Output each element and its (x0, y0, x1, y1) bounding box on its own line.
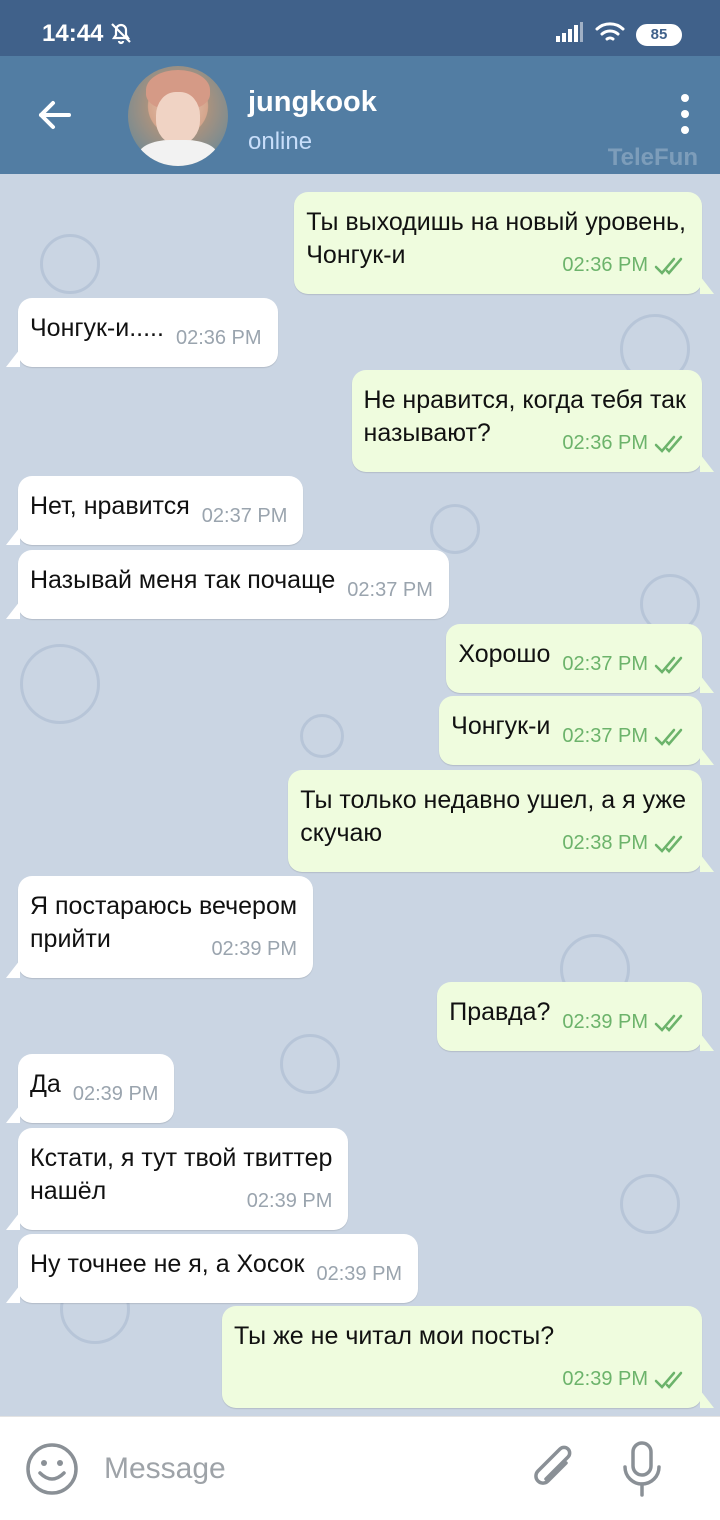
signal-icon (554, 21, 584, 48)
message-meta: 02:37 PM (202, 500, 288, 533)
message-time: 02:36 PM (562, 254, 648, 276)
double-check-icon (654, 435, 683, 453)
more-options-button[interactable] (678, 94, 692, 134)
message-meta: 02:36 PM (562, 427, 686, 460)
incoming-message[interactable]: Чонгук-и..... 02:36 PM (6, 298, 278, 367)
bell-off-icon (108, 20, 134, 46)
paperclip-icon (534, 1445, 572, 1485)
watermark: TeleFun (607, 144, 698, 171)
message-time: 02:37 PM (201, 505, 288, 527)
message-text: Правда? (449, 998, 551, 1026)
contact-name[interactable]: jungkook (248, 86, 377, 119)
message-input[interactable] (104, 1447, 504, 1491)
message-text: Ты же не читал мои посты? (234, 1322, 555, 1350)
incoming-message[interactable]: Нет, нравится 02:37 PM (5, 476, 304, 545)
message-time: 02:36 PM (175, 327, 262, 349)
message-meta: 02:39 PM (211, 933, 297, 966)
microphone-button[interactable] (614, 1439, 670, 1499)
message-time: 02:39 PM (316, 1263, 403, 1285)
arrow-left-icon (39, 101, 71, 129)
more-vertical-icon (681, 94, 689, 102)
outgoing-message[interactable]: Хорошо 02:37 PM (446, 624, 714, 693)
message-time: 02:37 PM (347, 579, 433, 601)
message-text: Хорошо (458, 640, 551, 668)
attach-button[interactable] (526, 1441, 582, 1497)
message-text: Называй меня так почаще (30, 566, 336, 594)
wifi-icon (594, 20, 626, 49)
status-time: 14:44 (42, 20, 104, 47)
outgoing-message[interactable]: Чонгук-и 02:37 PM (439, 696, 714, 765)
message-time: 02:37 PM (562, 653, 648, 675)
avatar[interactable] (128, 66, 228, 166)
message-list[interactable]: Ты выходишь на новый уровень, Чонгук-и 02… (0, 174, 720, 1416)
incoming-message[interactable]: Да 02:39 PM (5, 1054, 175, 1123)
message-text: Чонгук-и..... (30, 314, 164, 342)
message-time: 02:39 PM (72, 1083, 159, 1105)
composer (0, 1416, 720, 1520)
message-meta: 02:39 PM (562, 1363, 686, 1396)
double-check-icon (654, 257, 683, 275)
outgoing-message[interactable]: Ты выходишь на новый уровень, Чонгук-и 02… (294, 192, 714, 294)
battery-level: 85 (650, 26, 668, 43)
message-meta: 02:37 PM (347, 574, 433, 607)
double-check-icon (654, 656, 683, 674)
outgoing-message[interactable]: Ты же не читал мои посты? 02:39 PM (222, 1306, 714, 1408)
microphone-icon (623, 1441, 661, 1497)
smile-icon (26, 1443, 78, 1495)
incoming-message[interactable]: Ну точнее не я, а Хосок 02:39 PM (5, 1234, 419, 1303)
incoming-message[interactable]: Я постараюсь вечером прийти 02:39 PM (5, 876, 314, 978)
outgoing-message[interactable]: Ты только недавно ушел, а я уже скучаю 02… (288, 770, 714, 872)
message-text: Чонгук-и (451, 712, 551, 740)
message-text: Ну точнее не я, а Хосок (30, 1250, 305, 1278)
message-meta: 02:36 PM (562, 249, 686, 282)
message-time: 02:39 PM (246, 1190, 333, 1212)
emoji-button[interactable] (24, 1441, 80, 1497)
outgoing-message[interactable]: Не нравится, когда тебя так называют? 02:… (351, 370, 715, 472)
message-meta: 02:37 PM (562, 648, 686, 681)
back-button[interactable] (28, 88, 82, 142)
message-meta: 02:39 PM (247, 1185, 333, 1218)
incoming-message[interactable]: Называй меня так почаще 02:37 PM (6, 550, 449, 619)
contact-status: online (248, 128, 313, 155)
message-text: Да (30, 1070, 61, 1098)
message-time: 02:37 PM (562, 725, 648, 747)
double-check-icon (654, 1014, 683, 1032)
message-meta: 02:39 PM (73, 1078, 159, 1111)
outgoing-message[interactable]: Правда? 02:39 PM (437, 982, 714, 1051)
double-check-icon (654, 1371, 683, 1389)
message-meta: 02:36 PM (176, 322, 262, 355)
message-time: 02:36 PM (562, 432, 648, 454)
chat-header: jungkook online TeleFun (0, 56, 720, 174)
message-time: 02:39 PM (562, 1368, 648, 1390)
message-meta: 02:39 PM (316, 1258, 402, 1291)
incoming-message[interactable]: Кстати, я тут твой твиттер нашёл 02:39 PM (5, 1128, 349, 1230)
message-time: 02:39 PM (211, 938, 298, 960)
message-time: 02:39 PM (562, 1011, 648, 1033)
double-check-icon (654, 728, 683, 746)
message-meta: 02:38 PM (562, 827, 686, 860)
message-meta: 02:37 PM (562, 720, 686, 753)
message-meta: 02:39 PM (562, 1006, 686, 1039)
battery-icon: 85 (636, 23, 682, 46)
double-check-icon (654, 835, 683, 853)
status-bar: 14:44 85 (0, 0, 720, 56)
message-text: Нет, нравится (30, 492, 190, 520)
message-time: 02:38 PM (562, 832, 648, 854)
